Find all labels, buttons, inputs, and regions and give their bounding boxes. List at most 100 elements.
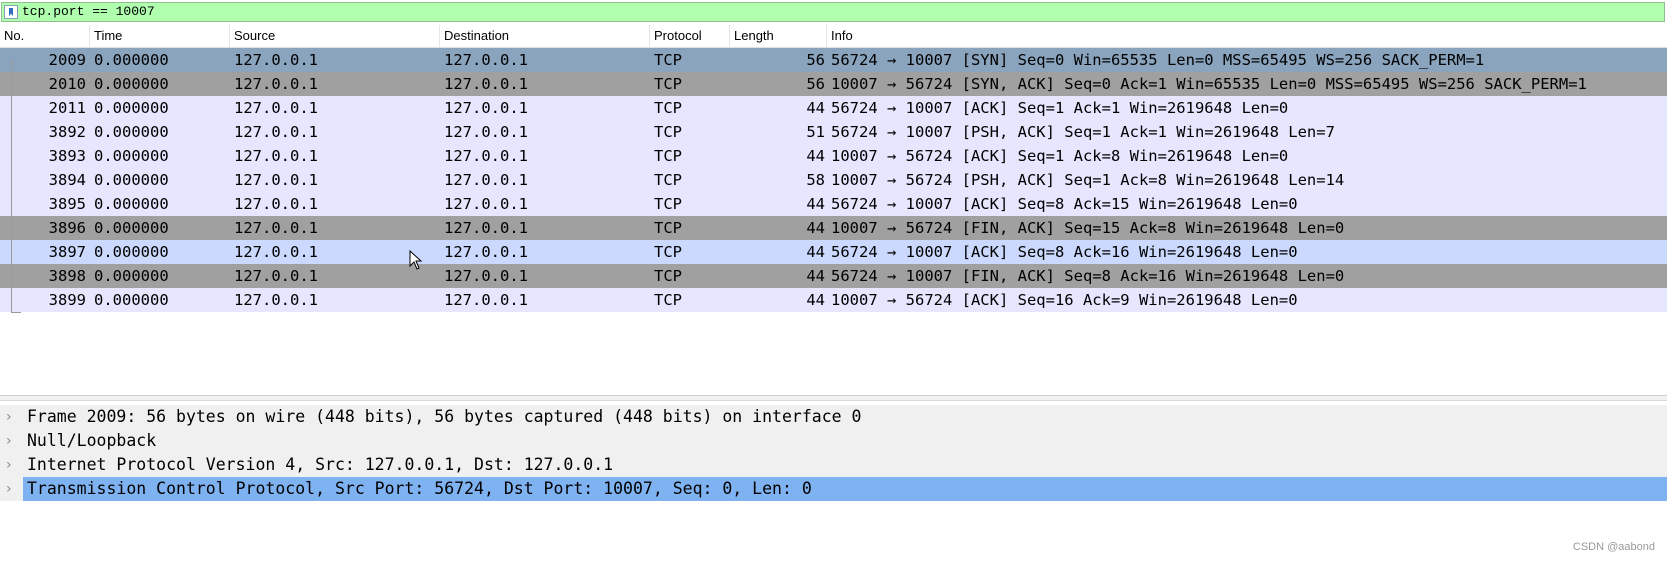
packet-cell-len: 44 [806,195,825,213]
packet-row[interactable]: 3892 0.000000 127.0.0.1 127.0.0.1 TCP 51 56724… [0,120,1667,144]
packet-cell-proto: TCP [654,51,682,69]
display-filter-bar: tcp.port == 10007 [0,0,1667,24]
packet-cell-len: 44 [806,243,825,261]
packet-cell-no: 3893 [48,147,86,165]
bookmark-icon[interactable] [4,5,18,19]
column-header-length[interactable]: Length [730,25,827,47]
packet-cell-dst: 127.0.0.1 [444,51,528,69]
packet-cell-len: 44 [806,267,825,285]
packet-cell-time: 0.000000 [94,99,169,117]
detail-text: Internet Protocol Version 4, Src: 127.0.… [27,455,614,474]
chevron-right-icon[interactable]: › [6,477,20,501]
packet-cell-src: 127.0.0.1 [234,75,318,93]
packet-cell-proto: TCP [654,243,682,261]
detail-text: Frame 2009: 56 bytes on wire (448 bits),… [27,407,862,426]
packet-cell-len: 44 [806,147,825,165]
packet-cell-time: 0.000000 [94,123,169,141]
detail-text: Null/Loopback [27,431,157,450]
packet-cell-proto: TCP [654,267,682,285]
packet-cell-src: 127.0.0.1 [234,291,318,309]
detail-row-frame[interactable]: › Frame 2009: 56 bytes on wire (448 bits… [0,405,1667,429]
packet-cell-time: 0.000000 [94,75,169,93]
packet-row[interactable]: 2011 0.000000 127.0.0.1 127.0.0.1 TCP 44 56724… [0,96,1667,120]
column-header-time[interactable]: Time [90,25,230,47]
packet-cell-dst: 127.0.0.1 [444,195,528,213]
packet-row[interactable]: 2010 0.000000 127.0.0.1 127.0.0.1 TCP 56 10007… [0,72,1667,96]
packet-cell-info: 56724 → 10007 [SYN] Seq=0 Win=65535 Len=… [831,51,1485,69]
packet-cell-len: 44 [806,219,825,237]
packet-cell-src: 127.0.0.1 [234,123,318,141]
watermark: CSDN @aabond [1572,541,1655,553]
packet-cell-proto: TCP [654,123,682,141]
filter-text[interactable]: tcp.port == 10007 [22,4,155,20]
packet-cell-dst: 127.0.0.1 [444,75,528,93]
packet-cell-len: 44 [806,99,825,117]
packet-cell-info: 10007 → 56724 [ACK] Seq=1 Ack=8 Win=2619… [831,147,1289,165]
packet-cell-info: 56724 → 10007 [ACK] Seq=1 Ack=1 Win=2619… [831,99,1289,117]
chevron-right-icon[interactable]: › [6,405,20,429]
packet-cell-info: 10007 → 56724 [PSH, ACK] Seq=1 Ack=8 Win… [831,171,1345,189]
packet-cell-no: 3898 [48,267,86,285]
packet-cell-src: 127.0.0.1 [234,195,318,213]
packet-details-pane[interactable]: › Frame 2009: 56 bytes on wire (448 bits… [0,403,1667,563]
packet-cell-proto: TCP [654,75,682,93]
packet-list[interactable]: 3899 0.000000 127.0.0.1 127.0.0.1 TCP 44 10007… [0,48,1667,393]
packet-cell-no: 2010 [48,75,86,93]
packet-row[interactable]: 2009 0.000000 127.0.0.1 127.0.0.1 TCP 56 56724… [0,48,1667,72]
column-header-destination[interactable]: Destination [440,25,650,47]
packet-cell-dst: 127.0.0.1 [444,123,528,141]
chevron-right-icon[interactable]: › [6,453,20,477]
packet-cell-no: 3899 [48,291,86,309]
packet-row[interactable]: 3896 0.000000 127.0.0.1 127.0.0.1 TCP 44 10007… [0,216,1667,240]
conversation-tree-line [11,60,12,312]
packet-cell-info: 10007 → 56724 [ACK] Seq=16 Ack=9 Win=261… [831,291,1298,309]
mouse-cursor-icon [409,250,423,270]
packet-cell-src: 127.0.0.1 [234,267,318,285]
packet-row[interactable]: 3898 0.000000 127.0.0.1 127.0.0.1 TCP 44 56724… [0,264,1667,288]
packet-cell-info: 56724 → 10007 [ACK] Seq=8 Ack=16 Win=261… [831,243,1298,261]
packet-cell-src: 127.0.0.1 [234,147,318,165]
column-header-info[interactable]: Info [827,25,1667,47]
packet-cell-time: 0.000000 [94,171,169,189]
packet-cell-dst: 127.0.0.1 [444,291,528,309]
packet-cell-no: 2011 [48,99,86,117]
packet-cell-no: 3895 [48,195,86,213]
detail-row-null-loopback[interactable]: › Null/Loopback [0,429,1667,453]
packet-cell-no: 3892 [48,123,86,141]
packet-cell-proto: TCP [654,147,682,165]
packet-cell-proto: TCP [654,99,682,117]
packet-row[interactable]: 3894 0.000000 127.0.0.1 127.0.0.1 TCP 58 10007… [0,168,1667,192]
packet-cell-no: 3897 [48,243,86,261]
packet-row[interactable]: 3899 0.000000 127.0.0.1 127.0.0.1 TCP 44 10007… [0,288,1667,312]
column-header-source[interactable]: Source [230,25,440,47]
packet-row[interactable]: 3893 0.000000 127.0.0.1 127.0.0.1 TCP 44 10007… [0,144,1667,168]
conversation-tree-end [11,312,21,313]
packet-cell-len: 51 [806,123,825,141]
packet-row[interactable]: 3897 0.000000 127.0.0.1 127.0.0.1 TCP 44 56724… [0,240,1667,264]
detail-row-tcp[interactable]: › Transmission Control Protocol, Src Por… [0,477,1667,501]
packet-cell-no: 3896 [48,219,86,237]
chevron-right-icon[interactable]: › [6,429,20,453]
packet-cell-len: 56 [806,51,825,69]
packet-row[interactable]: 3895 0.000000 127.0.0.1 127.0.0.1 TCP 44 56724… [0,192,1667,216]
packet-cell-time: 0.000000 [94,291,169,309]
packet-cell-len: 56 [806,75,825,93]
pane-splitter[interactable] [0,395,1667,401]
packet-cell-dst: 127.0.0.1 [444,219,528,237]
packet-cell-info: 10007 → 56724 [SYN, ACK] Seq=0 Ack=1 Win… [831,75,1587,93]
column-header-protocol[interactable]: Protocol [650,25,730,47]
packet-cell-dst: 127.0.0.1 [444,243,528,261]
packet-cell-time: 0.000000 [94,219,169,237]
column-header-no[interactable]: No. [0,25,90,47]
packet-cell-proto: TCP [654,291,682,309]
packet-cell-proto: TCP [654,195,682,213]
packet-cell-info: 56724 → 10007 [FIN, ACK] Seq=8 Ack=16 Wi… [831,267,1345,285]
display-filter-input[interactable]: tcp.port == 10007 [1,2,1665,22]
packet-cell-proto: TCP [654,219,682,237]
packet-cell-info: 56724 → 10007 [PSH, ACK] Seq=1 Ack=1 Win… [831,123,1335,141]
packet-cell-no: 3894 [48,171,86,189]
packet-cell-info: 56724 → 10007 [ACK] Seq=8 Ack=15 Win=261… [831,195,1298,213]
packet-cell-src: 127.0.0.1 [234,243,318,261]
packet-cell-no: 2009 [48,51,86,69]
detail-row-ipv4[interactable]: › Internet Protocol Version 4, Src: 127.… [0,453,1667,477]
